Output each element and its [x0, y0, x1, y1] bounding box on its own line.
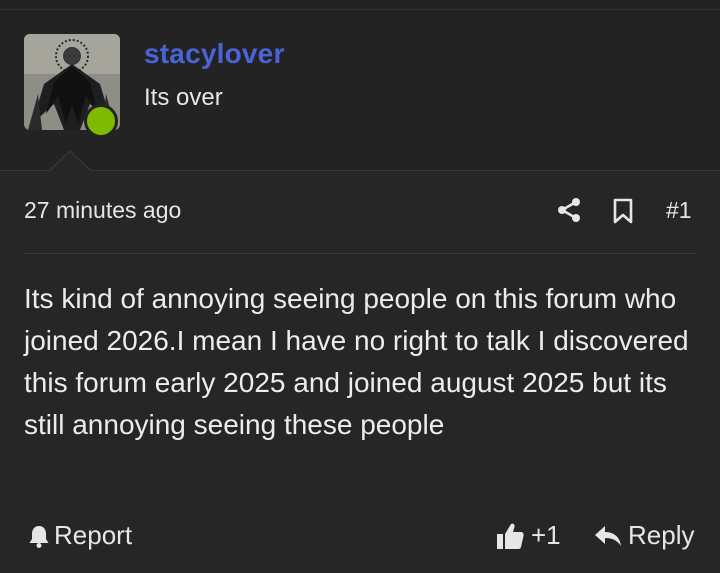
like-button[interactable]: +1: [495, 520, 561, 551]
report-button[interactable]: Report: [28, 520, 132, 551]
post-timestamp[interactable]: 27 minutes ago: [24, 197, 181, 224]
share-icon[interactable]: [556, 197, 582, 223]
username-link[interactable]: stacylover: [144, 38, 285, 70]
post-user-header: stacylover Its over: [0, 10, 720, 170]
post-body: Its kind of annoying seeing people on th…: [24, 283, 689, 440]
header-arrow-fill: [49, 152, 91, 172]
header-divider: [0, 170, 720, 171]
reply-label: Reply: [628, 520, 695, 550]
user-title: Its over: [144, 84, 223, 111]
bell-icon: [29, 525, 49, 548]
reply-button[interactable]: Reply: [594, 520, 694, 551]
attribution-divider: [24, 253, 696, 254]
like-count: +1: [531, 520, 561, 550]
thumbs-up-icon: [497, 523, 524, 549]
online-status-indicator: [84, 104, 118, 138]
reply-arrow-icon: [595, 525, 621, 546]
forum-post: stacylover Its over 27 minutes ago #1 It…: [0, 0, 720, 573]
bookmark-icon[interactable]: [612, 198, 634, 224]
report-label: Report: [54, 520, 133, 550]
post-number-link[interactable]: #1: [666, 197, 692, 224]
